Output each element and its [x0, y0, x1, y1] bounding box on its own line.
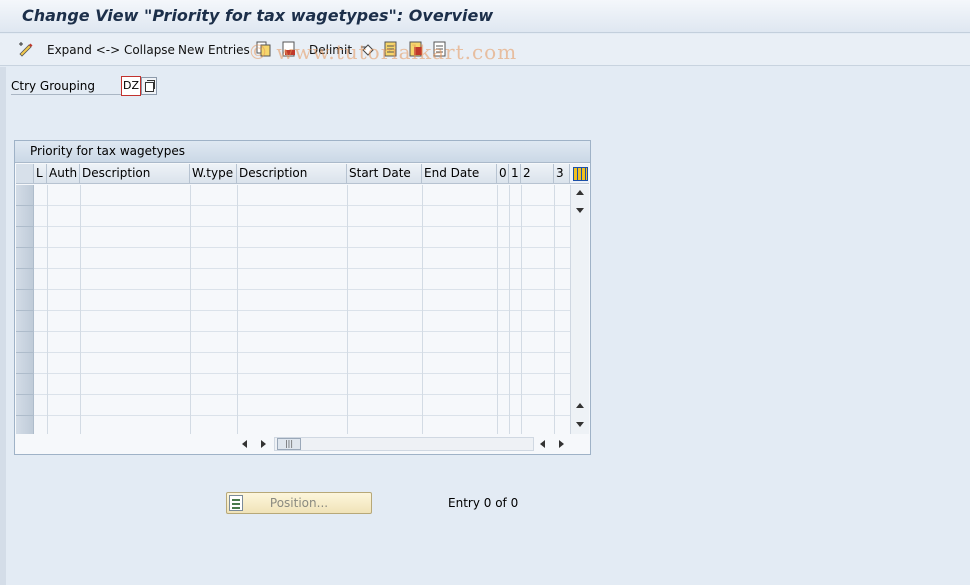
table-row[interactable] [16, 290, 570, 311]
column-header-2[interactable]: 2 [521, 164, 554, 184]
page-up-icon[interactable] [576, 403, 584, 408]
column-divider [190, 185, 191, 434]
row-selector[interactable] [16, 374, 34, 395]
table-row[interactable] [16, 353, 570, 374]
table-settings-icon[interactable] [570, 164, 589, 184]
row-selector[interactable] [16, 311, 34, 332]
scroll-up-icon[interactable] [576, 190, 584, 195]
column-divider [347, 185, 348, 434]
row-selector[interactable] [16, 290, 34, 311]
page-down-icon[interactable] [576, 422, 584, 427]
entry-status: Entry 0 of 0 [448, 496, 519, 510]
column-header-l[interactable]: L [34, 164, 47, 184]
scroll-right-end-icon[interactable] [559, 440, 564, 448]
table-row[interactable] [16, 311, 570, 332]
column-divider [509, 185, 510, 434]
column-divider [80, 185, 81, 434]
table-row[interactable] [16, 185, 570, 206]
row-selector[interactable] [16, 353, 34, 374]
table-row[interactable] [16, 227, 570, 248]
horizontal-scrollbar[interactable]: ||| [16, 434, 589, 454]
position-button[interactable]: Position... [226, 492, 372, 514]
new-entries-button[interactable]: New Entries [178, 40, 250, 60]
table-row[interactable] [16, 248, 570, 269]
scroll-left-icon[interactable] [242, 440, 247, 448]
row-selector[interactable] [16, 248, 34, 269]
column-header-3[interactable]: 3 [554, 164, 570, 184]
left-strip [0, 67, 6, 585]
column-header-wtype[interactable]: W.type [190, 164, 237, 184]
page-title: Change View "Priority for tax wagetypes"… [22, 6, 494, 25]
position-icon [229, 495, 243, 511]
column-divider [521, 185, 522, 434]
title-bar: Change View "Priority for tax wagetypes"… [0, 0, 970, 33]
row-selector[interactable] [16, 269, 34, 290]
table-row[interactable] [16, 332, 570, 353]
row-selector[interactable] [16, 332, 34, 353]
scroll-left-end-icon[interactable] [540, 440, 545, 448]
row-selector[interactable] [16, 206, 34, 227]
expand-collapse-button[interactable]: Expand <-> Collapse [47, 40, 175, 60]
row-selector[interactable] [16, 185, 34, 206]
scroll-down-icon[interactable] [576, 208, 584, 213]
table-title: Priority for tax wagetypes [15, 141, 590, 163]
vertical-scrollbar[interactable] [570, 185, 589, 434]
priority-table: Priority for tax wagetypes L Auth Descri… [14, 140, 591, 455]
column-divider [237, 185, 238, 434]
table-row[interactable] [16, 206, 570, 227]
position-button-label: Position... [269, 496, 329, 510]
column-divider [47, 185, 48, 434]
value-help-icon[interactable] [141, 77, 157, 95]
scroll-right-icon[interactable] [261, 440, 266, 448]
column-header-1[interactable]: 1 [509, 164, 521, 184]
column-header-0[interactable]: 0 [497, 164, 509, 184]
watermark: © www.tutorialkart.com [248, 40, 518, 64]
table-row[interactable] [16, 374, 570, 395]
column-divider [422, 185, 423, 434]
select-all-rows-button[interactable] [16, 164, 34, 184]
column-header-start-date[interactable]: Start Date [347, 164, 422, 184]
row-selector[interactable] [16, 227, 34, 248]
ctry-grouping-input[interactable]: DZ [121, 76, 141, 96]
column-header-description[interactable]: Description [80, 164, 190, 184]
table-row[interactable] [16, 395, 570, 416]
display-change-icon[interactable] [18, 41, 34, 57]
ctry-grouping-label: Ctry Grouping [11, 77, 121, 95]
row-selector[interactable] [16, 395, 34, 416]
column-header-end-date[interactable]: End Date [422, 164, 497, 184]
column-header-auth[interactable]: Auth [47, 164, 80, 184]
column-divider [554, 185, 555, 434]
table-row[interactable] [16, 269, 570, 290]
horizontal-scroll-track[interactable]: ||| [274, 437, 534, 451]
column-header-wtype-description[interactable]: Description [237, 164, 347, 184]
column-divider [497, 185, 498, 434]
horizontal-scroll-thumb[interactable]: ||| [277, 438, 301, 450]
